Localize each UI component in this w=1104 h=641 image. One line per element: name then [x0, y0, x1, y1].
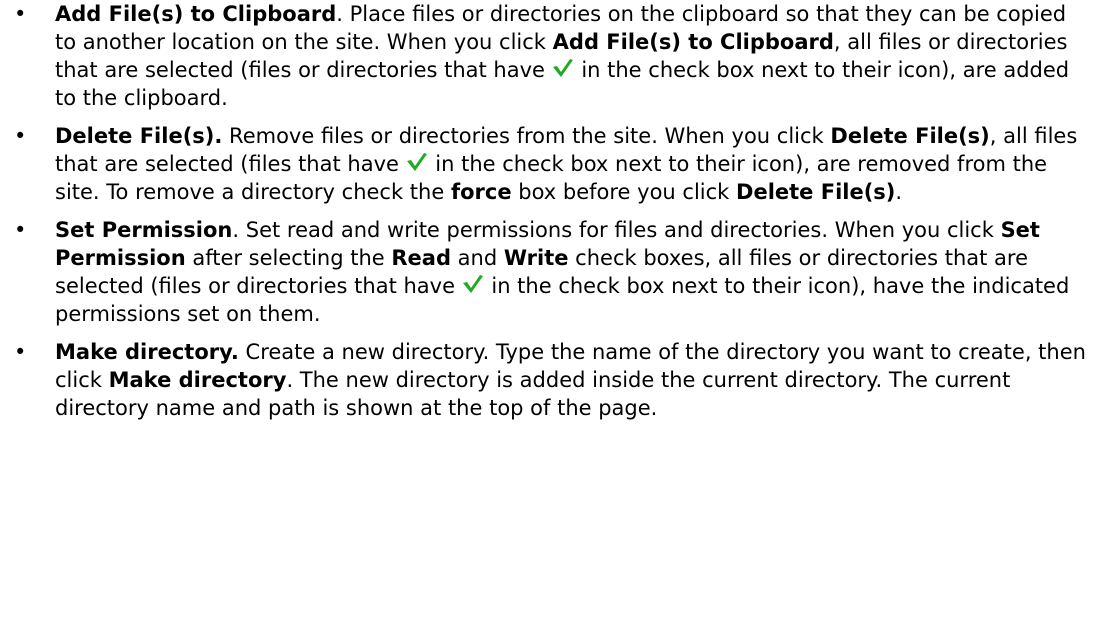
list-item-set-permission: • Set Permission. Set read and write per… — [14, 218, 1070, 326]
bullet: • — [14, 218, 27, 242]
inline-bold: Read — [391, 246, 451, 270]
item-title: Set Permission — [55, 218, 233, 242]
list-item-delete-files: • Delete File(s). Remove files or direct… — [14, 124, 1078, 204]
item-text: Remove files or directories from the sit… — [222, 124, 831, 148]
bullet: • — [14, 124, 27, 148]
help-document: • Add File(s) to Clipboard. Place files … — [0, 0, 1104, 641]
inline-bold: Delete File(s) — [736, 180, 896, 204]
inline-bold: Delete File(s) — [830, 124, 990, 148]
item-title: Delete File(s). — [55, 124, 223, 148]
inline-bold: Make directory — [108, 368, 287, 392]
item-title: Make directory. — [55, 340, 239, 364]
inline-bold: Add File(s) to Clipboard — [552, 30, 834, 54]
green-checkmark-icon — [552, 58, 574, 78]
green-checkmark-icon — [462, 274, 484, 294]
item-title: Add File(s) to Clipboard — [55, 2, 337, 26]
item-text: Set read and write permissions for files… — [239, 218, 1001, 242]
command-list: • Add File(s) to Clipboard. Place files … — [0, 0, 1104, 422]
list-item-add-to-clipboard: • Add File(s) to Clipboard. Place files … — [14, 2, 1070, 110]
inline-bold: Write — [503, 246, 569, 270]
list-item-make-directory: • Make directory. Create a new directory… — [14, 340, 1086, 420]
bullet: • — [14, 340, 27, 364]
inline-bold: force — [450, 180, 512, 204]
bullet: • — [14, 2, 27, 26]
green-checkmark-icon — [406, 152, 428, 172]
